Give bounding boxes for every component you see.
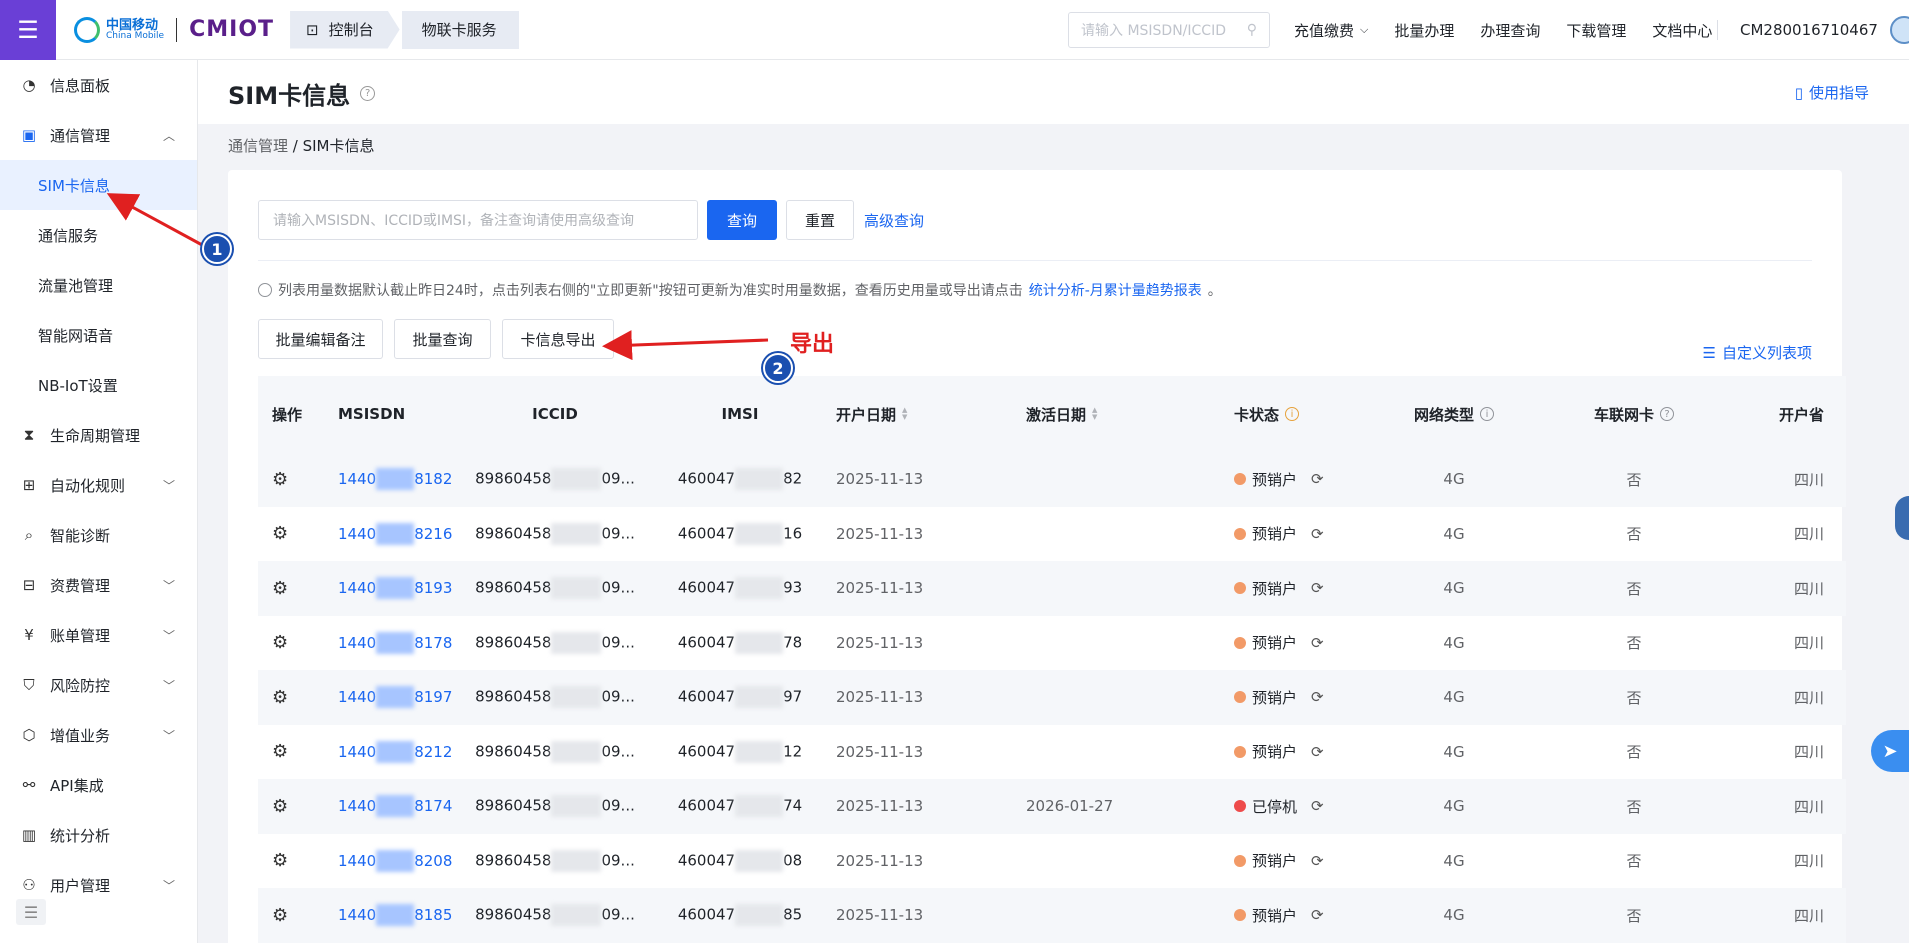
annotation-overlay — [106, 193, 769, 361]
floating-assistant-button[interactable] — [1895, 496, 1909, 540]
annotation-badge-1: 1 — [202, 234, 232, 264]
annotation-arrow-1 — [106, 193, 205, 248]
floating-message-button[interactable]: ➤ — [1871, 730, 1909, 772]
annotation-export-label: 导出 — [790, 332, 835, 357]
annotation-badge-2: 2 — [763, 353, 793, 383]
send-icon: ➤ — [1882, 740, 1898, 762]
annotation-arrow-2 — [602, 330, 769, 361]
